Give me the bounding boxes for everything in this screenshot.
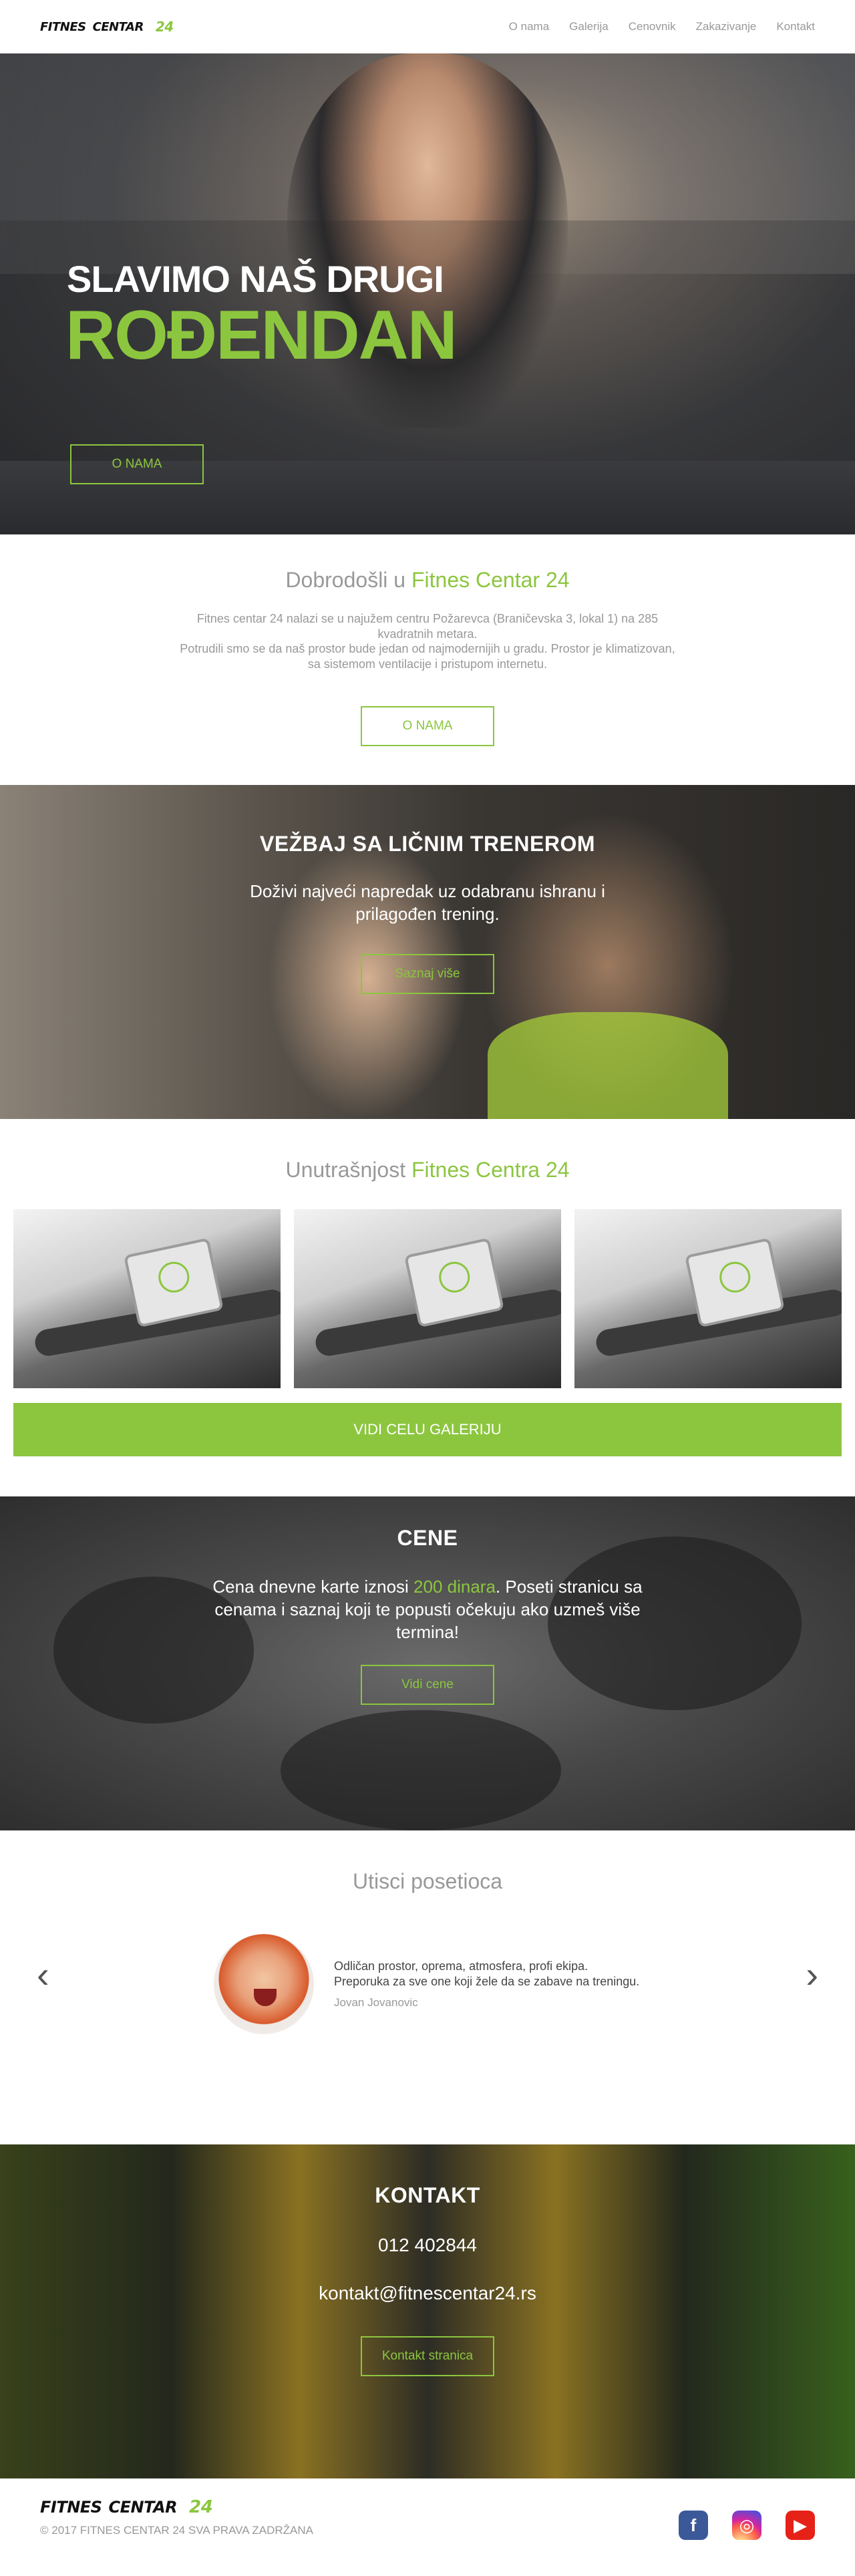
welcome-title: Dobrodošli u Fitnes Centar 24 [0,568,855,593]
prices-highlight: 200 dinara [413,1577,496,1597]
trainer-image-shirt [488,1012,728,1119]
contact-email[interactable]: kontakt@fitnescentar24.rs [0,2283,855,2304]
footer-logo-word-1: FITNES [40,2498,102,2517]
welcome-title-prefix: Dobrodošli u [285,568,411,592]
chevron-left-icon[interactable]: ‹ [37,1953,49,1996]
prices-text-before: Cena dnevne karte iznosi [212,1577,414,1597]
prices-text: Cena dnevne karte iznosi 200 dinara. Pos… [187,1576,668,1643]
trainer-text: Doživi najveći napredak uz odabranu ishr… [250,881,605,924]
prices-title: CENE [397,1526,458,1550]
view-prices-button[interactable]: Vidi cene [361,1665,494,1706]
gallery-image-3[interactable] [574,1209,842,1388]
welcome-title-highlight: Fitnes Centar 24 [411,568,570,592]
social-links: f ◎ ▶ [679,2511,815,2540]
nav-item-galerija[interactable]: Galerija [569,20,609,33]
logo-number: 24 [155,19,174,35]
chevron-right-icon[interactable]: › [806,1953,818,1996]
gallery-title-prefix: Unutrašnjost [285,1158,411,1182]
nav-item-cenovnik[interactable]: Cenovnik [629,20,676,33]
footer-logo-word-2: CENTAR [108,2498,178,2517]
trainer-section: VEŽBAJ SA LIČNIM TRENEROM Doživi najveći… [0,785,855,1119]
trainer-learn-more-button[interactable]: Saznaj više [361,953,494,994]
footer-logo-number: 24 [189,2497,213,2517]
prices-content: CENE Cena dnevne karte iznosi 200 dinara… [0,1496,855,1706]
trainer-title: VEŽBAJ SA LIČNIM TRENEROM [260,832,595,856]
welcome-text: Fitnes centar 24 nalazi se u najužem cen… [174,611,681,671]
contact-content: KONTAKT 012 402844 kontakt@fitnescentar2… [0,2144,855,2376]
gallery-section: Unutrašnjost Fitnes Centra 24 VIDI CELU … [0,1119,855,1496]
instagram-icon[interactable]: ◎ [732,2511,761,2540]
hero-title-line-1: SLAVIMO NAŠ DRUGI [67,258,444,300]
welcome-about-button[interactable]: O NAMA [361,706,494,746]
nav-item-zakazivanje[interactable]: Zakazivanje [696,20,757,33]
view-gallery-button[interactable]: VIDI CELU GALERIJU [13,1403,842,1456]
avatar [214,1934,314,2034]
testimonial-card: Odličan prostor, oprema, atmosfera, prof… [0,1934,855,2034]
testimonial-quote: Odličan prostor, oprema, atmosfera, prof… [334,1959,640,1988]
gallery-image-1[interactable] [13,1209,281,1388]
hero-title-line-2: ROĐENDAN [65,297,458,374]
prices-bg-dumbbells-3 [281,1710,561,1830]
nav-menu: O nama Galerija Cenovnik Zakazivanje Kon… [509,20,815,33]
testimonial-author: Jovan Jovanovic [334,1996,418,2009]
nav-item-o-nama[interactable]: O nama [509,20,549,33]
nav-item-kontakt[interactable]: Kontakt [776,20,815,33]
welcome-text-1: Fitnes centar 24 nalazi se u najužem cen… [196,612,659,641]
contact-title: KONTAKT [375,2183,480,2207]
contact-section: KONTAKT 012 402844 kontakt@fitnescentar2… [0,2144,855,2478]
trainer-content: VEŽBAJ SA LIČNIM TRENEROM Doživi najveći… [0,785,855,994]
testimonial-text: Odličan prostor, oprema, atmosfera, prof… [334,1959,641,2010]
gallery-title: Unutrašnjost Fitnes Centra 24 [13,1158,842,1182]
contact-page-button[interactable]: Kontakt stranica [361,2336,494,2376]
footer: FITNES CENTAR 24 © 2017 FITNES CENTAR 24… [0,2478,855,2563]
testimonials-title: Utisci posetioca [352,1869,503,1893]
youtube-icon[interactable]: ▶ [786,2511,815,2540]
contact-phone: 012 402844 [378,2235,477,2255]
hero-section: SLAVIMO NAŠ DRUGI ROĐENDAN O NAMA [0,53,855,534]
facebook-icon[interactable]: f [679,2511,708,2540]
gallery-image-2[interactable] [294,1209,561,1388]
testimonials-section: Utisci posetioca ‹ › Odličan prostor, op… [0,1830,855,2144]
gallery-thumbnails [13,1209,842,1388]
gallery-title-highlight: Fitnes Centra 24 [411,1158,570,1182]
logo-word-1: FITNES [40,19,86,34]
logo[interactable]: FITNES CENTAR 24 [40,19,174,35]
logo-word-2: CENTAR [92,19,144,34]
hero-about-button[interactable]: O NAMA [70,444,204,484]
prices-section: CENE Cena dnevne karte iznosi 200 dinara… [0,1496,855,1830]
welcome-text-2: Potrudili smo se da naš prostor bude jed… [180,642,675,671]
top-navigation: FITNES CENTAR 24 O nama Galerija Cenovni… [0,0,855,53]
welcome-section: Dobrodošli u Fitnes Centar 24 Fitnes cen… [0,534,855,785]
